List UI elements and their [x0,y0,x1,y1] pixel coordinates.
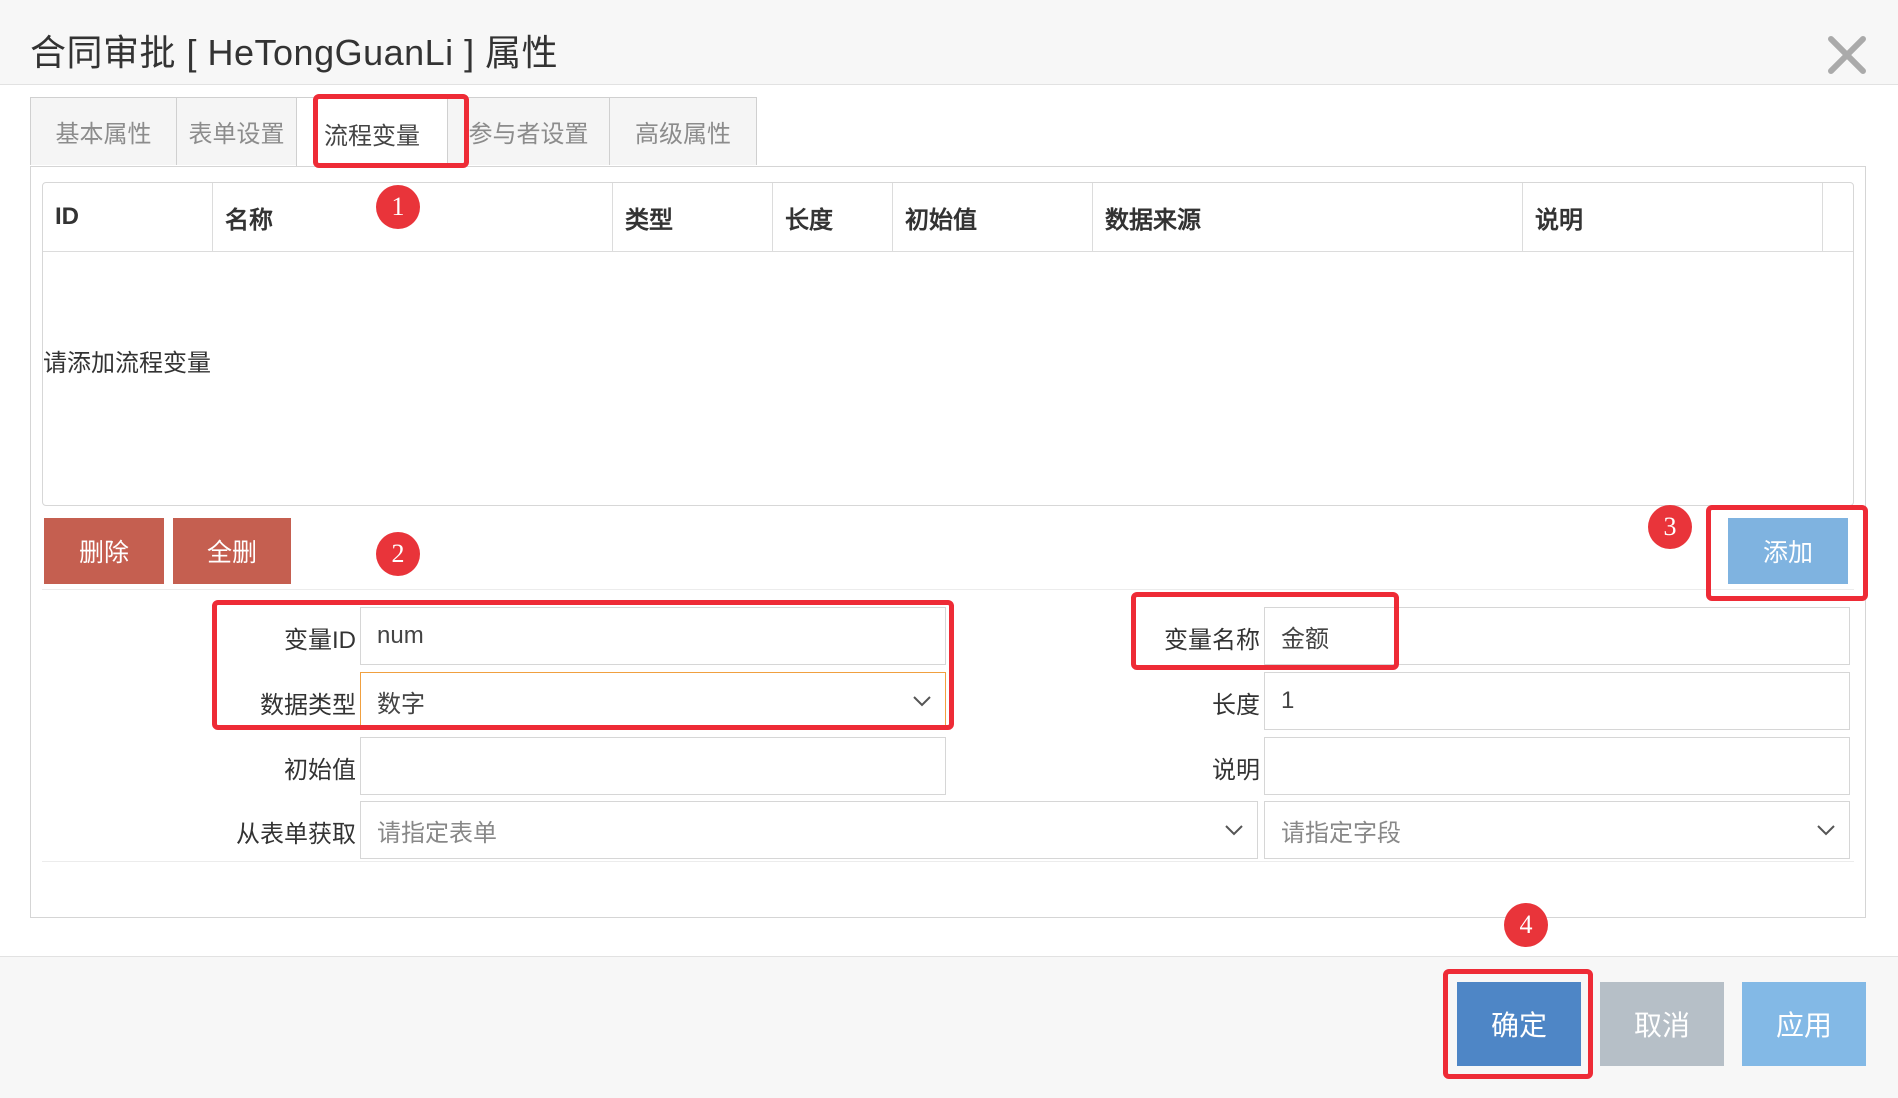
initial-value-input[interactable] [360,737,946,795]
annotation-box-ok [1443,969,1593,1079]
column-header-data-source[interactable]: 数据来源 [1093,183,1523,251]
column-header-initial-value[interactable]: 初始值 [893,183,1093,251]
column-header-spacer [1823,183,1853,251]
annotation-badge-1: 1 [376,185,420,229]
tab-form-settings[interactable]: 表单设置 [176,97,297,165]
dialog-header: 合同审批 [ HeTongGuanLi ] 属性 [0,0,1898,85]
annotation-box-name [1131,592,1399,670]
delete-all-button[interactable]: 全删 [173,518,291,584]
source-form-placeholder: 请指定表单 [377,819,497,847]
annotation-box-tab [313,94,469,168]
source-field-placeholder: 请指定字段 [1281,819,1401,847]
annotation-badge-3: 3 [1648,505,1692,549]
process-variables-dialog: 合同审批 [ HeTongGuanLi ] 属性 基本属性 表单设置 流程变量 … [0,0,1898,1098]
length-input[interactable]: 1 [1264,672,1850,730]
empty-table-message: 请添加流程变量 [43,350,211,377]
form-divider [42,589,1854,590]
annotation-badge-2: 2 [376,532,420,576]
tab-basic-properties[interactable]: 基本属性 [30,97,177,165]
close-icon[interactable] [1822,30,1872,80]
initial-value-label: 初始值 [284,757,356,784]
annotation-badge-4: 4 [1504,903,1548,947]
annotation-box-add [1706,505,1868,601]
cancel-button[interactable]: 取消 [1600,982,1724,1066]
column-header-description[interactable]: 说明 [1523,183,1823,251]
column-header-length[interactable]: 长度 [773,183,893,251]
length-label: 长度 [1212,692,1260,719]
column-header-id[interactable]: ID [43,183,213,251]
source-form-select[interactable]: 请指定表单 [360,801,1258,859]
variables-table: ID 名称 类型 长度 初始值 数据来源 说明 请添加流程变量 [42,182,1854,506]
table-header: ID 名称 类型 长度 初始值 数据来源 说明 [43,183,1853,252]
apply-button[interactable]: 应用 [1742,982,1866,1066]
form-bottom-divider [42,861,1854,862]
dialog-title: 合同审批 [ HeTongGuanLi ] 属性 [30,32,559,73]
annotation-box-id-type [212,600,954,730]
tab-participant-settings[interactable]: 参与者设置 [447,97,610,165]
chevron-down-icon [1223,819,1245,841]
delete-button[interactable]: 删除 [44,518,164,584]
description-input[interactable] [1264,737,1850,795]
source-field-select[interactable]: 请指定字段 [1264,801,1850,859]
column-header-type[interactable]: 类型 [613,183,773,251]
description-label: 说明 [1212,757,1260,784]
chevron-down-icon [1815,819,1837,841]
tab-advanced-properties[interactable]: 高级属性 [609,97,757,165]
from-form-label: 从表单获取 [236,821,356,848]
